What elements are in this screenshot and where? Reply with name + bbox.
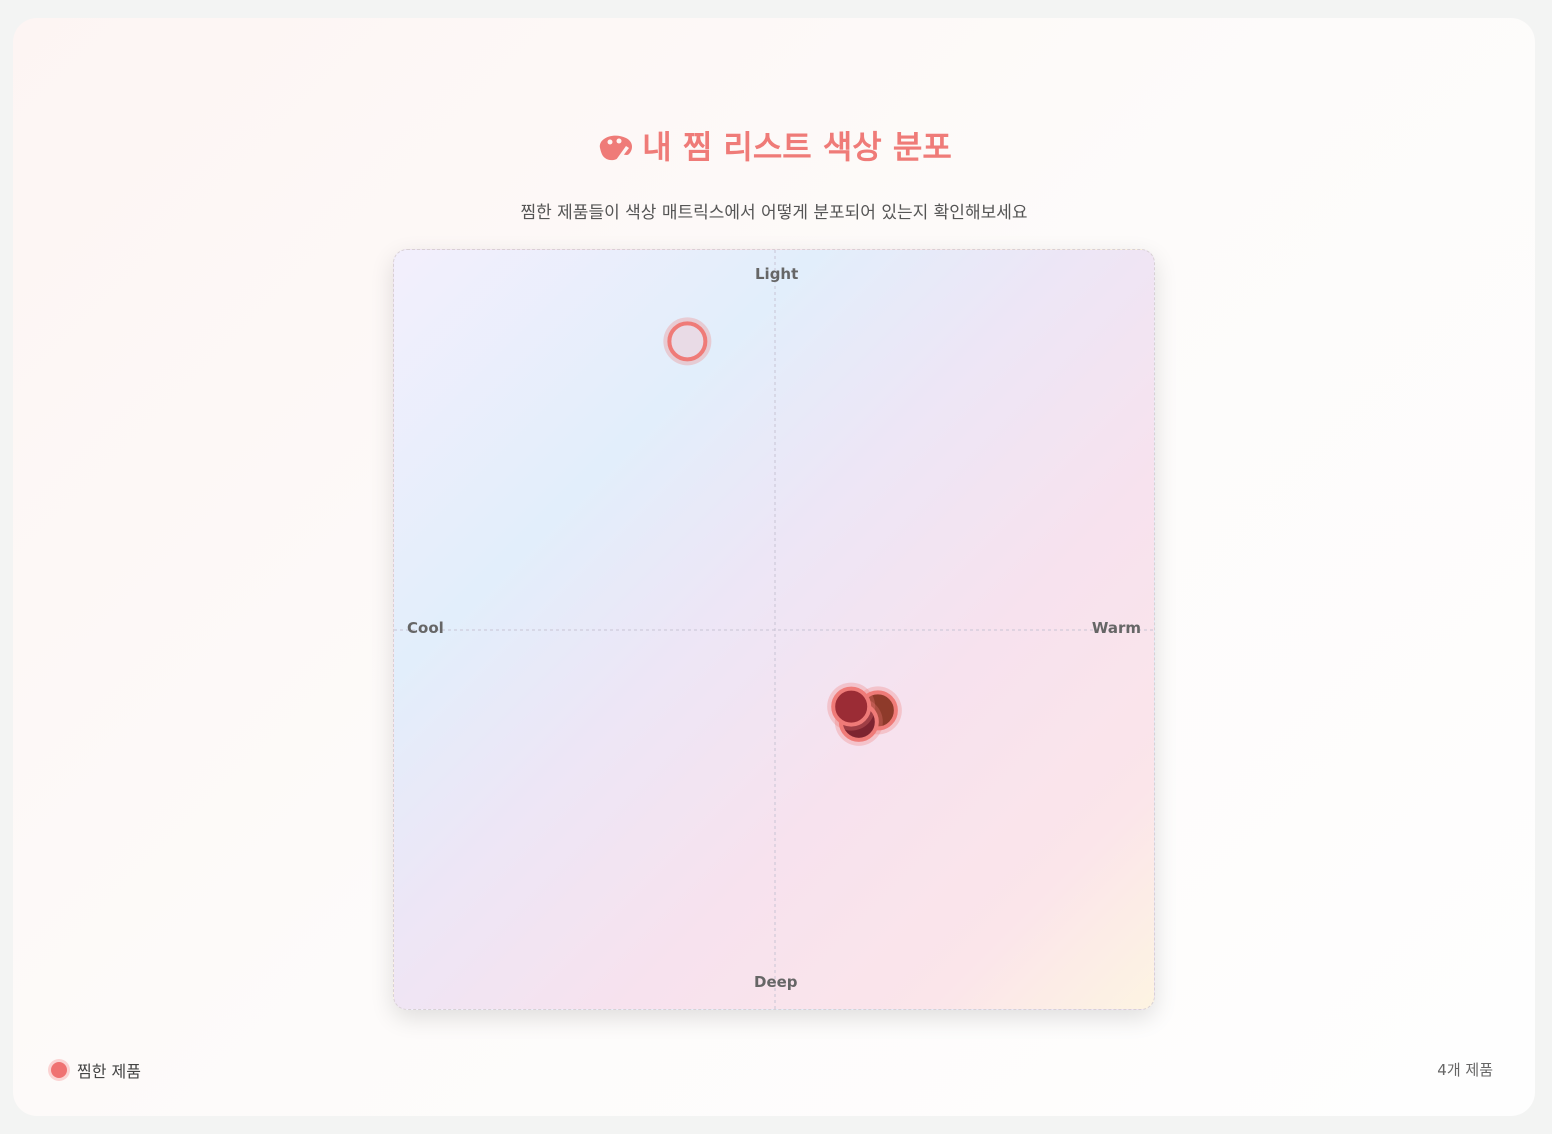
axis-label-warm: Warm [1091,619,1141,637]
axis-label-deep: Deep [754,973,798,991]
chart-card: 내 찜 리스트 색상 분포 찜한 제품들이 색상 매트릭스에서 어떻게 분포되어… [13,18,1535,1116]
legend-marker [51,1062,67,1078]
data-point[interactable] [667,321,708,362]
legend: 찜한 제품 [51,1058,141,1082]
axis-label-cool: Cool [407,619,444,637]
page-title: 내 찜 리스트 색상 분포 [13,122,1535,168]
color-matrix-plot: Light Deep Cool Warm [393,249,1155,1010]
product-count: 4개 제품 [1437,1061,1493,1079]
subtitle: 찜한 제품들이 색상 매트릭스에서 어떻게 분포되어 있는지 확인해보세요 [520,203,1028,223]
palette-icon [600,135,633,161]
axis-label-light: Light [755,265,799,283]
legend-label: 찜한 제품 [77,1062,141,1081]
title-text: 내 찜 리스트 색상 분포 [642,128,952,166]
data-point[interactable] [831,686,872,727]
scatter-svg [394,250,1154,1009]
